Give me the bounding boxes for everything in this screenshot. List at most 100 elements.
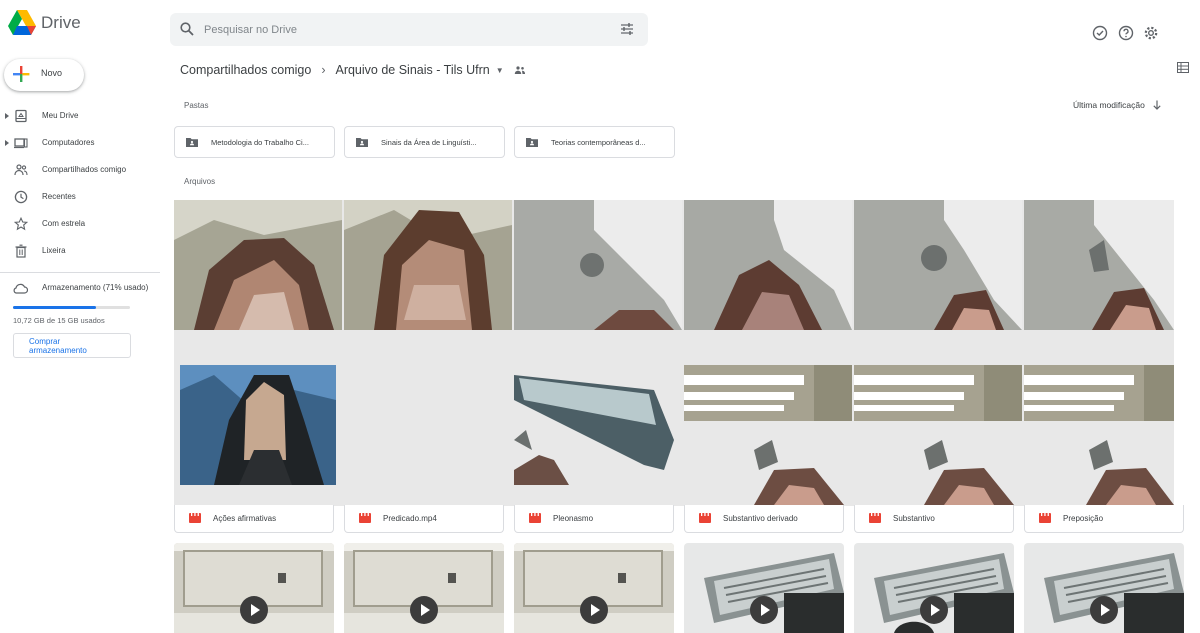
storage-bar	[13, 306, 130, 309]
tune-icon[interactable]	[620, 22, 634, 36]
folder-name: Teorias contemporâneas d...	[551, 138, 646, 147]
breadcrumb: Compartilhados comigo › Arquivo de Sinai…	[180, 60, 526, 80]
file-card[interactable]: Pleonasmo	[514, 505, 674, 533]
file-name: Predicado.mp4	[383, 514, 437, 523]
file-name: Ações afirmativas	[213, 514, 277, 523]
sidebar-item-recent[interactable]: Recentes	[0, 184, 160, 211]
sidebar-divider	[0, 272, 160, 273]
file-name: Substantivo	[893, 514, 935, 523]
computer-icon	[14, 138, 28, 149]
file-card[interactable]: Ações afirmativas	[174, 505, 334, 533]
video-thumbnail[interactable]	[344, 543, 504, 633]
folder-name: Metodologia do Trabalho Ci...	[211, 138, 309, 147]
folder-item[interactable]: Metodologia do Trabalho Ci...	[174, 126, 335, 158]
sidebar-item-my-drive[interactable]: Meu Drive	[0, 103, 160, 130]
sidebar-item-shared-with-me[interactable]: Compartilhados comigo	[0, 157, 160, 184]
video-file-icon	[869, 513, 881, 523]
file-card[interactable]: Preposição	[1024, 505, 1184, 533]
thumbnail-pleonasmo[interactable]	[514, 200, 682, 330]
thumbnail-acoes[interactable]	[174, 200, 342, 330]
my-drive-icon	[15, 109, 27, 123]
folders-section-label: Pastas	[184, 101, 209, 110]
breadcrumb-separator-icon: ›	[321, 63, 326, 77]
sidebar-item-starred[interactable]: Com estrela	[0, 211, 160, 238]
sidebar-item-label: Recentes	[42, 192, 76, 201]
video-thumbnail[interactable]	[684, 543, 844, 633]
shared-folder-icon	[356, 138, 368, 147]
settings-icon[interactable]	[1143, 25, 1159, 41]
play-icon[interactable]	[1089, 595, 1119, 625]
expand-arrow-icon[interactable]	[4, 112, 10, 120]
video-file-icon	[529, 513, 541, 523]
files-section-label: Arquivos	[184, 177, 216, 186]
play-icon[interactable]	[239, 595, 269, 625]
shared-folder-icon	[526, 138, 538, 147]
thumbnail-predicado[interactable]	[344, 200, 512, 330]
video-file-icon	[699, 513, 711, 523]
file-card[interactable]: Predicado.mp4	[344, 505, 504, 533]
help-icon[interactable]	[1118, 25, 1134, 41]
video-thumbnail[interactable]	[174, 543, 334, 633]
breadcrumb-current[interactable]: Arquivo de Sinais - Tils Ufrn	[335, 63, 489, 77]
sidebar-item-trash[interactable]: Lixeira	[0, 238, 160, 265]
search-icon[interactable]	[179, 21, 195, 37]
file-card[interactable]: Substantivo	[854, 505, 1014, 533]
sort-control[interactable]: Última modificação	[1073, 100, 1161, 110]
app-name: Drive	[41, 12, 81, 32]
play-icon[interactable]	[919, 595, 949, 625]
video-file-icon	[189, 513, 201, 523]
folder-name: Sinais da Área de Linguísti...	[381, 138, 477, 147]
storage-used-text: 10,72 GB de 15 GB usados	[13, 316, 105, 325]
preview-acoes-2	[180, 365, 336, 485]
play-icon[interactable]	[409, 595, 439, 625]
folder-item[interactable]: Teorias contemporâneas d...	[514, 126, 675, 158]
cloud-icon	[13, 283, 28, 294]
drive-logo[interactable]: Drive	[8, 10, 81, 35]
thumbnail-substantivo[interactable]	[854, 200, 1022, 330]
storage-bar-fill	[13, 306, 97, 309]
offline-status-icon[interactable]	[1092, 25, 1108, 41]
sidebar-item-label: Computadores	[42, 138, 95, 147]
shared-folder-icon	[514, 66, 525, 74]
sidebar-item-label: Lixeira	[42, 246, 66, 255]
chevron-down-icon[interactable]: ▼	[496, 66, 504, 75]
file-name: Substantivo derivado	[723, 514, 798, 523]
sidebar-nav: Meu Drive Computadores Compartilhados co…	[0, 103, 160, 265]
sidebar-item-computers[interactable]: Computadores	[0, 130, 160, 157]
play-icon[interactable]	[749, 595, 779, 625]
expand-arrow-icon[interactable]	[4, 139, 10, 147]
file-thumbnails[interactable]	[174, 200, 1174, 506]
video-file-icon	[359, 513, 371, 523]
top-bar: Drive	[0, 0, 1200, 48]
buy-storage-button[interactable]: Comprar armazenamento	[13, 333, 131, 358]
sidebar-item-label: Compartilhados comigo	[42, 165, 127, 174]
storage-label: Armazenamento (71% usado)	[42, 283, 149, 292]
thumbnail-substantivo-derivado[interactable]	[684, 200, 852, 330]
sort-label: Última modificação	[1073, 100, 1145, 110]
thumbnail-preposicao[interactable]	[1024, 200, 1174, 330]
trash-icon	[15, 244, 27, 258]
star-icon	[14, 217, 28, 231]
video-file-icon	[1039, 513, 1051, 523]
breadcrumb-root[interactable]: Compartilhados comigo	[180, 63, 311, 77]
search-input[interactable]	[204, 19, 584, 41]
sidebar-item-label: Meu Drive	[42, 111, 79, 120]
folder-item[interactable]: Sinais da Área de Linguísti...	[344, 126, 505, 158]
video-thumbnail[interactable]	[1024, 543, 1184, 633]
play-icon[interactable]	[579, 595, 609, 625]
buy-storage-label: Comprar armazenamento	[29, 337, 87, 355]
sidebar-item-label: Com estrela	[42, 219, 86, 228]
file-name: Preposição	[1063, 514, 1104, 523]
clock-icon	[14, 190, 28, 204]
list-view-icon[interactable]	[1177, 62, 1189, 73]
shared-icon	[14, 164, 28, 176]
video-thumbnail[interactable]	[854, 543, 1014, 633]
drive-logo-icon	[8, 10, 36, 35]
file-name: Pleonasmo	[553, 514, 594, 523]
new-button[interactable]: Novo	[4, 59, 84, 91]
file-card[interactable]: Substantivo derivado	[684, 505, 844, 533]
video-thumbnail[interactable]	[514, 543, 674, 633]
search-bar[interactable]	[170, 13, 648, 46]
plus-icon	[13, 66, 30, 82]
arrow-down-icon[interactable]	[1153, 100, 1161, 110]
